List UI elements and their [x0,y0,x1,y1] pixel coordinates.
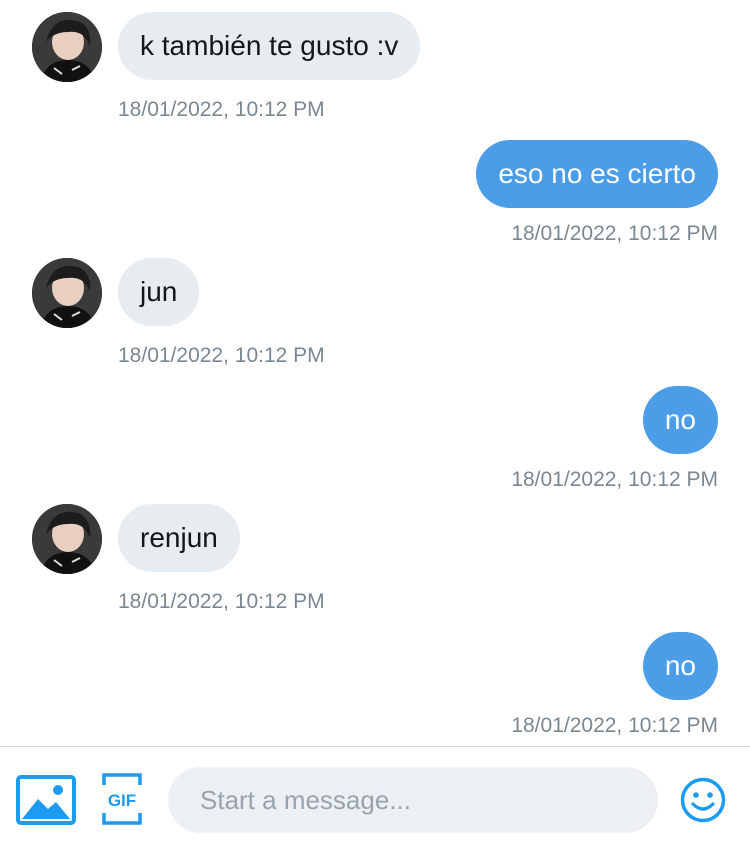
message-timestamp: 18/01/2022, 10:12 PM [118,344,325,367]
avatar-photo [32,12,102,82]
incoming-message-bubble[interactable]: k también te gusto :v [118,12,421,80]
gif-icon[interactable]: GIF [102,773,142,830]
outgoing-message-bubble[interactable]: eso no es cierto [476,140,718,208]
incoming-message-bubble[interactable]: renjun [118,504,240,572]
image-icon[interactable] [16,775,76,830]
message-input-container[interactable] [168,767,658,833]
avatar[interactable] [32,258,102,328]
outgoing-message-bubble[interactable]: no [642,632,718,700]
emoji-icon[interactable] [680,777,726,828]
message-timestamp: 18/01/2022, 10:12 PM [118,590,325,613]
message-input[interactable] [168,767,658,833]
message-timestamp: 18/01/2022, 10:12 PM [118,98,325,121]
avatar-photo [32,504,102,574]
message-thread: k también te gusto :v 18/01/2022, 10:12 … [0,0,750,746]
message-timestamp: 18/01/2022, 10:12 PM [511,222,718,245]
avatar[interactable] [32,12,102,82]
message-timestamp: 18/01/2022, 10:12 PM [511,714,718,737]
avatar-photo [32,258,102,328]
gif-label: GIF [108,791,136,810]
message-timestamp: 18/01/2022, 10:12 PM [511,468,718,491]
incoming-message-bubble[interactable]: jun [118,258,200,326]
avatar[interactable] [32,504,102,574]
message-composer: GIF [0,746,750,850]
outgoing-message-bubble[interactable]: no [642,386,718,454]
